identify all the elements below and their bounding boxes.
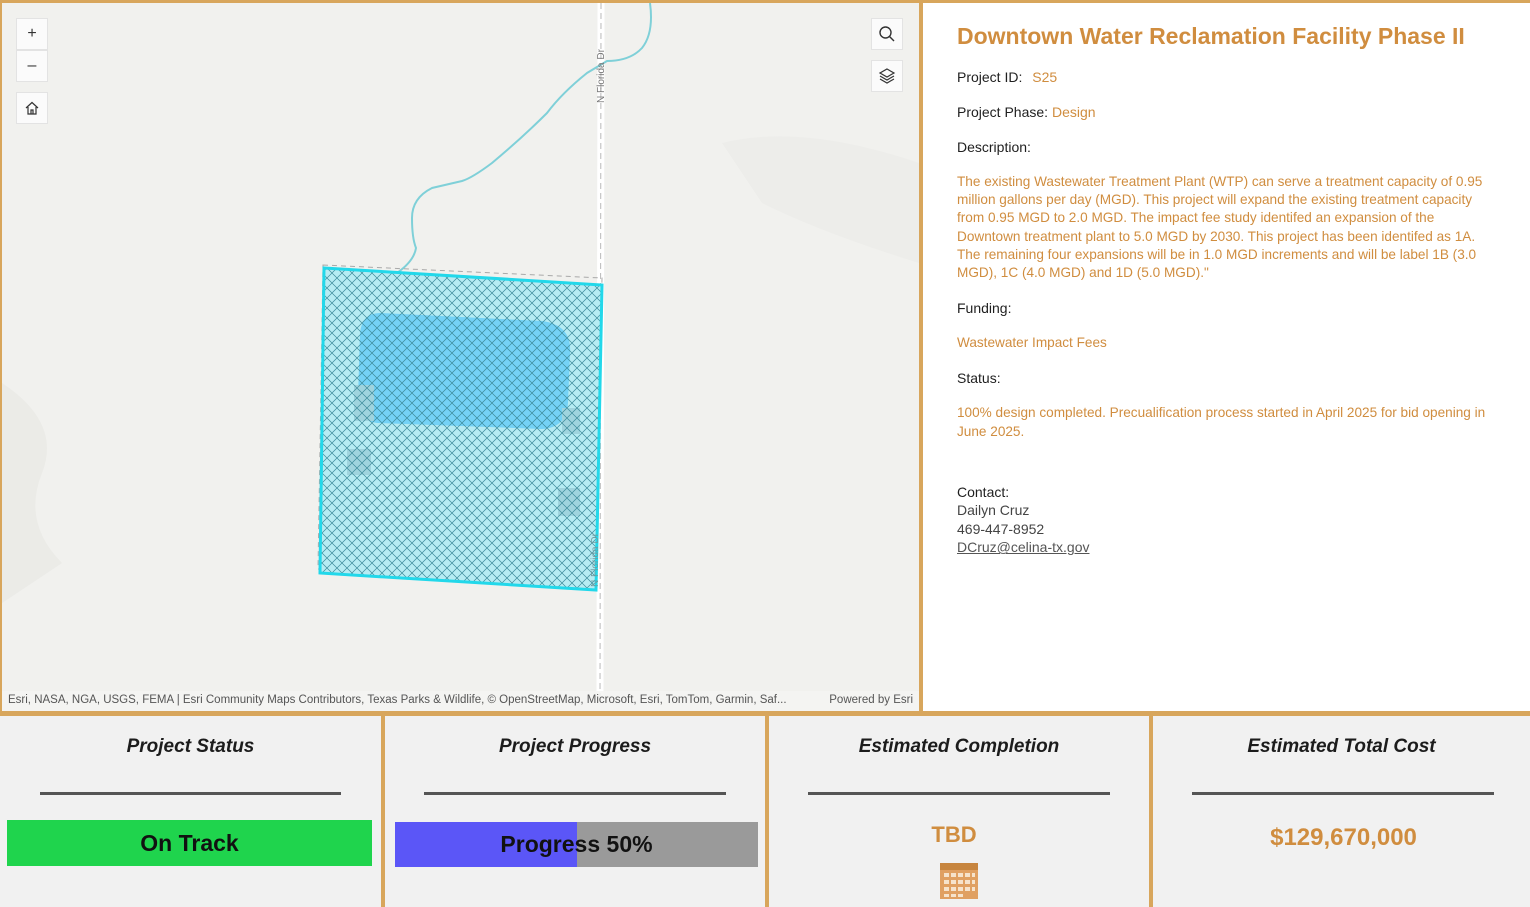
map-attribution: Esri, NASA, NGA, USGS, FEMA | Esri Commu… [2, 691, 919, 711]
description-label: Description: [957, 139, 1031, 155]
powered-by-esri[interactable]: Powered by Esri [829, 694, 913, 706]
project-id-value: S25 [1032, 69, 1058, 85]
dashboard-frame: N Florida Dr N Florida Dr + – Esri, NASA… [0, 0, 1530, 907]
project-progress-title: Project Progress [498, 736, 652, 757]
search-icon [879, 26, 895, 42]
layers-button[interactable] [871, 60, 903, 92]
contact-email-link[interactable]: DCruz@celina-tx.gov [957, 539, 1089, 555]
divider [1192, 792, 1494, 795]
estimated-completion-title: Estimated Completion [858, 736, 1060, 757]
divider [424, 792, 726, 795]
zoom-in-button[interactable]: + [16, 18, 48, 50]
attribution-text: Esri, NASA, NGA, USGS, FEMA | Esri Commu… [8, 694, 787, 706]
layers-icon [878, 68, 896, 84]
road-label-bottom: N Florida Dr [590, 532, 601, 587]
status-text: 100% design completed. Precualification … [957, 405, 1486, 439]
contact-label: Contact: [957, 483, 1010, 500]
estimated-completion-card: Estimated Completion TBD [769, 716, 1149, 907]
home-button[interactable] [16, 92, 48, 124]
search-button[interactable] [871, 18, 903, 50]
contact-phone: 469-447-8952 [957, 520, 1045, 537]
project-info-panel: Downtown Water Reclamation Facility Phas… [923, 3, 1530, 711]
project-phase-label: Project Phase: [957, 104, 1049, 120]
divider [40, 792, 341, 795]
completion-value: TBD [931, 822, 977, 847]
calendar-icon [940, 863, 978, 899]
project-phase-value: Design [1051, 104, 1096, 120]
project-status-card: Project Status On Track [0, 716, 381, 907]
estimated-total-cost-title: Estimated Total Cost [1247, 736, 1436, 757]
total-cost-value: $129,670,000 [1270, 824, 1417, 851]
estimated-total-cost-card: Estimated Total Cost $129,670,000 [1153, 716, 1530, 907]
minus-icon: – [27, 57, 37, 74]
project-status-title: Project Status [126, 736, 255, 757]
map-view[interactable]: N Florida Dr N Florida Dr + – Esri, NASA… [2, 3, 919, 711]
description-text: The existing Wastewater Treatment Plant … [957, 174, 1483, 281]
status-label: Status: [957, 370, 1001, 387]
stream-line [366, 3, 652, 309]
project-id-row: Project ID: S25 [957, 68, 1494, 86]
home-icon [25, 101, 39, 115]
status-badge-text: On Track [140, 829, 239, 856]
plus-icon: + [27, 25, 37, 42]
contact-block: Contact: Dailyn Cruz 469-447-8952 DCruz@… [957, 483, 1494, 557]
map-canvas[interactable]: N Florida Dr N Florida Dr [2, 3, 919, 711]
zoom-out-button[interactable]: – [16, 50, 48, 82]
project-parcel[interactable] [318, 266, 604, 592]
project-id-label: Project ID: [957, 69, 1023, 85]
project-progress-card: Project Progress Progress 50% [385, 716, 765, 907]
divider [808, 792, 1110, 795]
project-title: Downtown Water Reclamation Facility Phas… [957, 23, 1465, 49]
funding-value: Wastewater Impact Fees [957, 335, 1107, 351]
funding-label: Funding: [957, 300, 1012, 317]
status-badge: On Track [7, 820, 372, 866]
progress-bar: Progress 50% [395, 822, 758, 867]
progress-bar-text: Progress 50% [500, 831, 653, 857]
project-phase-row: Project Phase: Design [957, 103, 1494, 121]
contact-name: Dailyn Cruz [957, 502, 1030, 519]
road-label-top: N Florida Dr [596, 48, 607, 103]
